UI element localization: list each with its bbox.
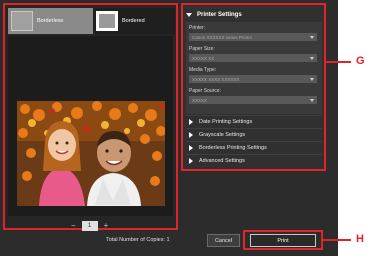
expand-right-icon	[189, 157, 193, 164]
grayscale-settings-label: Grayscale Settings	[199, 131, 246, 138]
print-button[interactable]: Print	[250, 234, 316, 247]
preview-photo	[17, 101, 165, 206]
callout-h-leader	[323, 239, 351, 241]
cancel-button[interactable]: Cancel	[207, 234, 240, 247]
layout-preview-panel: Borderless Bordered − 1 +	[3, 3, 178, 231]
printer-label: Printer:	[189, 25, 206, 31]
borderless-printing-settings-label: Borderless Printing Settings	[199, 144, 267, 151]
dropdown-arrow-icon	[310, 35, 314, 39]
expand-right-icon	[189, 131, 193, 138]
dropdown-arrow-icon	[310, 98, 314, 102]
printer-value: Canon XXXXXX series Printer	[192, 34, 253, 40]
printer-settings-title: Printer Settings	[197, 12, 242, 18]
paper-source-select[interactable]: XXXXX	[189, 96, 317, 104]
borderless-printing-settings-row[interactable]: Borderless Printing Settings	[186, 141, 322, 153]
settings-panel: Printer Settings Printer: Canon XXXXXX s…	[181, 3, 326, 171]
next-page-button[interactable]: +	[104, 222, 109, 230]
expand-right-icon	[189, 118, 193, 125]
paper-size-select[interactable]: XXXXX XX	[189, 54, 317, 62]
dropdown-arrow-icon	[310, 77, 314, 81]
previous-page-button[interactable]: −	[71, 222, 76, 230]
print-dialog: Borderless Bordered − 1 + Printer Settin…	[0, 0, 338, 256]
total-copies-text: Total Number of Copies: 1	[106, 237, 170, 243]
media-type-label: Media Type:	[189, 67, 217, 73]
layout-borderless-label: Borderless	[37, 18, 64, 24]
advanced-settings-label: Advanced Settings	[199, 157, 245, 164]
expand-down-icon	[186, 13, 192, 17]
advanced-settings-row[interactable]: Advanced Settings	[186, 154, 322, 166]
paper-size-value: XXXXX XX	[192, 55, 215, 61]
callout-g-label: G	[356, 55, 365, 67]
paper-source-value: XXXXX	[192, 97, 208, 103]
printer-settings-body: Printer: Canon XXXXXX series Printer Pap…	[186, 22, 322, 114]
page-navigator: − 1 +	[71, 221, 108, 231]
dropdown-arrow-icon	[310, 56, 314, 60]
callout-h-label: H	[356, 233, 364, 245]
bordered-thumbnail-icon	[96, 11, 118, 31]
date-printing-settings-label: Date Printing Settings	[199, 118, 253, 125]
printer-select[interactable]: Canon XXXXXX series Printer	[189, 33, 317, 41]
paper-source-label: Paper Source:	[189, 88, 221, 94]
callout-g-leader	[326, 61, 351, 63]
expand-right-icon	[189, 144, 193, 151]
media-type-select[interactable]: XXXXX XXXX XXXXXX	[189, 75, 317, 83]
page-number-field[interactable]: 1	[81, 221, 98, 231]
date-printing-settings-row[interactable]: Date Printing Settings	[186, 115, 322, 127]
layout-borderless[interactable]: Borderless	[8, 8, 93, 34]
grayscale-settings-row[interactable]: Grayscale Settings	[186, 128, 322, 140]
layout-bordered-label: Bordered	[122, 18, 145, 24]
layout-bordered[interactable]: Bordered	[93, 8, 175, 34]
borderless-thumbnail-icon	[11, 11, 33, 31]
printer-settings-header[interactable]: Printer Settings	[186, 9, 321, 21]
media-type-value: XXXXX XXXX XXXXXX	[192, 76, 240, 82]
paper-size-label: Paper Size:	[189, 46, 215, 52]
print-preview-area	[8, 36, 173, 216]
